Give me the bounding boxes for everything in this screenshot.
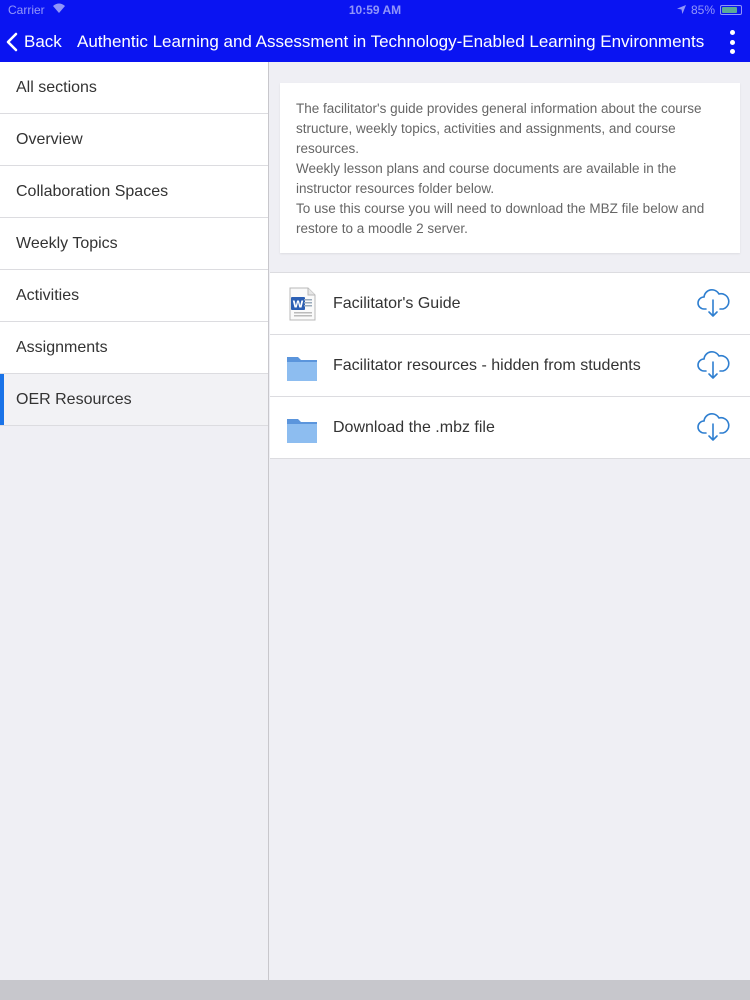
sidebar-item-label: Collaboration Spaces (16, 182, 169, 200)
battery-percent: 85% (690, 3, 715, 17)
word-document-icon: W (286, 287, 318, 321)
navigation-bar: Carrier 10:59 AM 85% Back Authentic Lear… (0, 0, 750, 62)
resource-list: W Facilitator's Guide Facilitator resour… (270, 272, 750, 459)
sidebar-item-label: Activities (16, 286, 80, 304)
folder-icon (286, 349, 318, 383)
sidebar-item-label: Assignments (16, 338, 108, 356)
status-bar: Carrier 10:59 AM 85% (0, 0, 750, 20)
summary-paragraph: The facilitator's guide provides general… (296, 101, 702, 156)
summary-paragraph: Weekly lesson plans and course documents… (296, 161, 677, 196)
cloud-download-icon[interactable] (696, 347, 730, 381)
sidebar-item-overview[interactable]: Overview (0, 114, 268, 166)
sidebar-item-label: OER Resources (16, 390, 132, 408)
resource-label: Facilitator's Guide (333, 295, 461, 312)
more-options-icon[interactable] (726, 30, 738, 54)
status-time: 10:59 AM (348, 3, 402, 17)
folder-icon (286, 411, 318, 445)
location-arrow-icon (676, 3, 686, 17)
resource-item-facilitator-resources[interactable]: Facilitator resources - hidden from stud… (270, 335, 750, 397)
summary-paragraph: To use this course you will need to down… (296, 201, 705, 236)
back-label: Back (24, 32, 62, 51)
sidebar-item-label: All sections (16, 78, 97, 96)
sidebar-item-assignments[interactable]: Assignments (0, 322, 268, 374)
sections-sidebar: All sections Overview Collaboration Spac… (0, 62, 269, 980)
section-content: The facilitator's guide provides general… (270, 62, 750, 980)
battery-icon (720, 5, 742, 15)
sidebar-item-all-sections[interactable]: All sections (0, 62, 268, 114)
cloud-download-icon[interactable] (696, 409, 730, 443)
bottom-bar (0, 980, 750, 1000)
sidebar-item-collaboration-spaces[interactable]: Collaboration Spaces (0, 166, 268, 218)
sidebar-item-label: Overview (16, 130, 83, 148)
sidebar-item-weekly-topics[interactable]: Weekly Topics (0, 218, 268, 270)
section-summary: The facilitator's guide provides general… (280, 83, 740, 253)
chevron-left-icon (6, 32, 18, 52)
resource-label: Facilitator resources - hidden from stud… (333, 357, 641, 374)
resource-item-facilitators-guide[interactable]: W Facilitator's Guide (270, 273, 750, 335)
cloud-download-icon[interactable] (696, 285, 730, 319)
sidebar-item-oer-resources[interactable]: OER Resources (0, 374, 268, 426)
resource-item-download-mbz[interactable]: Download the .mbz file (270, 397, 750, 459)
sidebar-item-activities[interactable]: Activities (0, 270, 268, 322)
back-button[interactable]: Back (6, 28, 62, 56)
page-title: Authentic Learning and Assessment in Tec… (77, 32, 705, 51)
resource-label: Download the .mbz file (333, 419, 495, 436)
sidebar-item-label: Weekly Topics (16, 234, 118, 252)
svg-text:W: W (293, 300, 304, 311)
